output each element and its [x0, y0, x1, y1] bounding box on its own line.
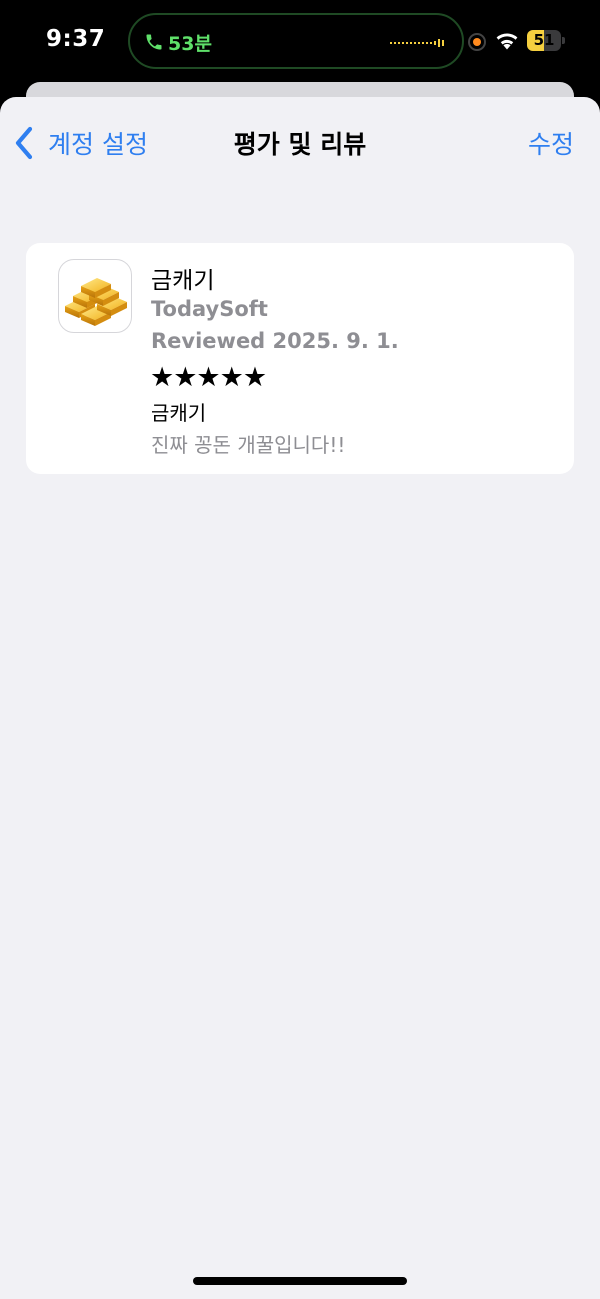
review-title: 금캐기	[151, 401, 207, 425]
screen: 9:37 53분 51 계정 설정 평가 및 리뷰 수정 금캐기 TodaySo…	[0, 0, 600, 1299]
app-name[interactable]: 금캐기	[151, 261, 214, 295]
gold-bars-icon[interactable]	[58, 259, 132, 333]
battery-icon: 51	[527, 30, 565, 51]
review-body: 진짜 꽁돈 개꿀입니다!!	[151, 433, 346, 457]
dynamic-island-call[interactable]: 53분	[128, 13, 464, 69]
developer-name: TodaySoft	[151, 297, 268, 321]
page-title: 평가 및 리뷰	[233, 130, 367, 159]
star-rating: ★★★★★	[150, 362, 267, 393]
review-date: Reviewed 2025. 9. 1.	[151, 329, 399, 353]
status-bar: 9:37 53분 51	[0, 0, 600, 82]
home-indicator[interactable]	[193, 1277, 407, 1285]
ratings-reviews-sheet: 계정 설정 평가 및 리뷰 수정 금캐기 TodaySoft Reviewed …	[0, 97, 600, 1299]
edit-button[interactable]: 수정	[528, 125, 574, 161]
status-time: 9:37	[46, 26, 106, 52]
review-card[interactable]: 금캐기 TodaySoft Reviewed 2025. 9. 1. ★★★★★…	[26, 243, 574, 474]
battery-level: 51	[533, 31, 555, 49]
waveform-icon	[390, 39, 444, 47]
call-duration: 53분	[168, 33, 212, 55]
wifi-icon	[496, 33, 518, 50]
recording-dot-icon	[468, 33, 486, 51]
navigation-bar: 계정 설정 평가 및 리뷰 수정	[0, 97, 600, 187]
phone-icon	[146, 34, 162, 50]
